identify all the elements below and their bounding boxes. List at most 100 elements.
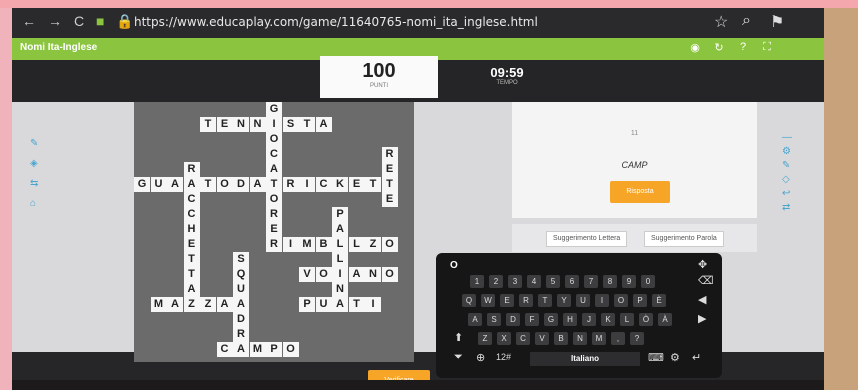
crossword-cell[interactable]: B xyxy=(315,237,332,252)
left-arrow-icon[interactable]: ◀ xyxy=(698,293,706,306)
crossword-cell[interactable]: O xyxy=(381,237,398,252)
hide-keyboard-icon[interactable]: ⏷ xyxy=(454,351,463,364)
crossword-cell[interactable]: A xyxy=(167,297,183,312)
shift-icon[interactable]: ⬆ xyxy=(454,331,463,344)
crossword-cell[interactable]: G xyxy=(134,177,150,192)
tool-icon[interactable]: ✎ xyxy=(30,138,38,149)
tool-icon[interactable]: — xyxy=(782,132,792,143)
crossword-cell[interactable]: O xyxy=(266,192,282,207)
move-icon[interactable]: ✥ xyxy=(698,258,707,271)
undo-icon[interactable]: ↩ xyxy=(782,188,790,199)
keyboard-key[interactable]: U xyxy=(576,294,590,307)
keyboard-key[interactable]: F xyxy=(525,313,539,326)
crossword-cell[interactable]: M xyxy=(249,342,266,357)
help-icon[interactable]: ? xyxy=(736,41,750,55)
eye-icon[interactable]: ◉ xyxy=(688,41,702,55)
crossword-cell[interactable]: S xyxy=(233,252,249,267)
crossword-cell[interactable]: O xyxy=(282,342,299,357)
tool-icon[interactable]: ◈ xyxy=(30,158,38,169)
keyboard-key[interactable]: K xyxy=(601,313,615,326)
crossword-cell[interactable]: T xyxy=(183,267,200,282)
crossword-cell[interactable]: E xyxy=(381,192,398,207)
crossword-cell[interactable]: I xyxy=(299,177,315,192)
keyboard-key[interactable]: È xyxy=(652,294,666,307)
crossword-cell[interactable]: I xyxy=(282,237,299,252)
crossword-cell[interactable]: R xyxy=(381,147,398,162)
crossword-cell[interactable]: M xyxy=(150,297,167,312)
crossword-cell[interactable]: T xyxy=(266,177,282,192)
back-icon[interactable]: ← xyxy=(22,13,36,29)
verify-button[interactable]: Verificare xyxy=(368,370,430,380)
keyboard-key[interactable]: 6 xyxy=(565,275,579,288)
crossword-cell[interactable]: A xyxy=(332,297,348,312)
keyboard-key[interactable]: Ò xyxy=(639,313,653,326)
tool-icon[interactable]: ⌂ xyxy=(30,198,36,209)
crossword-cell[interactable]: K xyxy=(332,177,348,192)
crossword-cell[interactable]: R xyxy=(233,327,249,342)
crossword-cell[interactable]: T xyxy=(348,297,365,312)
crossword-cell[interactable]: V xyxy=(299,267,315,282)
keyboard-key[interactable]: , xyxy=(611,332,625,345)
numbers-key[interactable]: 12# xyxy=(496,352,511,362)
keyboard-key[interactable]: 5 xyxy=(546,275,560,288)
keyboard-key[interactable]: S xyxy=(487,313,501,326)
crossword-cell[interactable]: P xyxy=(266,342,282,357)
crossword-cell[interactable]: E xyxy=(183,237,200,252)
crossword-cell[interactable]: L xyxy=(332,237,348,252)
shape-icon[interactable]: ◇ xyxy=(782,174,790,185)
crossword-cell[interactable]: Z xyxy=(365,237,381,252)
keyboard-key[interactable]: E xyxy=(500,294,514,307)
crossword-cell[interactable]: O xyxy=(266,132,282,147)
keyboard-key[interactable]: 2 xyxy=(489,275,503,288)
right-arrow-icon[interactable]: ▶ xyxy=(698,312,706,325)
globe-icon[interactable]: ⊕ xyxy=(476,351,485,364)
enter-icon[interactable]: ↵ xyxy=(692,351,701,364)
keyboard-key[interactable]: 4 xyxy=(527,275,541,288)
keyboard-key[interactable]: À xyxy=(658,313,672,326)
keyboard-key[interactable]: P xyxy=(633,294,647,307)
crossword-cell[interactable]: L xyxy=(348,237,365,252)
crossword-cell[interactable]: U xyxy=(233,282,249,297)
crossword-cell[interactable]: H xyxy=(183,222,200,237)
pencil-icon[interactable]: ✎ xyxy=(782,160,790,171)
gear-icon[interactable]: ⚙ xyxy=(782,146,791,157)
tool-icon[interactable]: ⇄ xyxy=(782,202,790,213)
keyboard-key[interactable]: 7 xyxy=(584,275,598,288)
fullscreen-icon[interactable]: ⛶ xyxy=(760,41,774,55)
crossword-cell[interactable]: A xyxy=(233,297,249,312)
keyboard-key[interactable]: C xyxy=(516,332,530,345)
reload-icon[interactable]: C xyxy=(74,13,84,29)
keyboard-key[interactable]: H xyxy=(563,313,577,326)
keyboard-key[interactable]: O xyxy=(614,294,628,307)
crossword-cell[interactable]: R xyxy=(266,207,282,222)
crossword-cell[interactable]: U xyxy=(150,177,167,192)
crossword-cell[interactable]: A xyxy=(183,177,200,192)
crossword-cell[interactable]: R xyxy=(183,162,200,177)
keyboard-key[interactable]: J xyxy=(582,313,596,326)
search-icon[interactable]: ⌕ xyxy=(742,12,751,30)
crossword-cell[interactable]: O xyxy=(315,267,332,282)
crossword-cell[interactable]: T xyxy=(183,252,200,267)
crossword-cell[interactable]: A xyxy=(183,282,200,297)
language-spacebar[interactable]: Italiano xyxy=(530,352,640,366)
crossword-cell[interactable]: P xyxy=(299,297,315,312)
keyboard-key[interactable]: V xyxy=(535,332,549,345)
keyboard-key[interactable]: ? xyxy=(630,332,644,345)
keyboard-key[interactable]: 1 xyxy=(470,275,484,288)
crossword-cell[interactable]: I xyxy=(365,297,381,312)
crossword-cell[interactable]: R xyxy=(266,237,282,252)
keyboard-key[interactable]: Z xyxy=(478,332,492,345)
keyboard-key[interactable]: R xyxy=(519,294,533,307)
crossword-cell[interactable]: A xyxy=(266,162,282,177)
crossword-cell[interactable]: E xyxy=(266,222,282,237)
crossword-cell[interactable]: C xyxy=(183,192,200,207)
keyboard-key[interactable]: X xyxy=(497,332,511,345)
crossword-cell[interactable]: I xyxy=(332,267,348,282)
keyboard-key[interactable]: G xyxy=(544,313,558,326)
address-bar[interactable]: https://www.educaplay.com/game/11640765-… xyxy=(134,15,538,29)
keyboard-key[interactable]: I xyxy=(595,294,609,307)
crossword-cell[interactable]: E xyxy=(381,162,398,177)
crossword-cell[interactable]: C xyxy=(216,342,233,357)
crossword-cell[interactable]: S xyxy=(282,117,299,132)
crossword-cell[interactable]: T xyxy=(381,177,398,192)
